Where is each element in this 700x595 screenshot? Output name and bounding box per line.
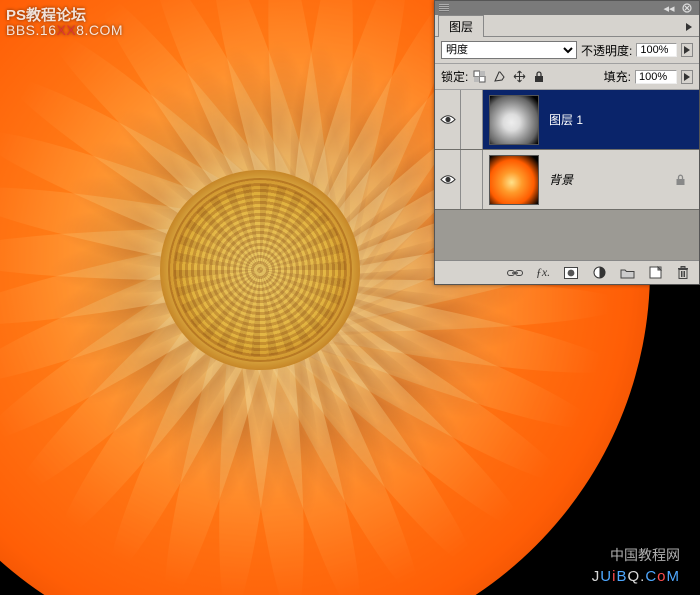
link-layers-icon[interactable]: [507, 265, 523, 281]
visibility-toggle[interactable]: [435, 150, 461, 209]
adjustment-icon[interactable]: [591, 265, 607, 281]
lock-icons-group: [472, 70, 546, 84]
fill-value: 100%: [639, 71, 667, 83]
fx-icon[interactable]: ƒx.: [535, 265, 551, 281]
fill-input[interactable]: 100%: [635, 70, 677, 84]
triangle-right-icon: [686, 23, 692, 31]
lock-icon: [673, 173, 687, 187]
triangle-right-icon: [684, 46, 690, 54]
panel-footer: ƒx.: [435, 260, 699, 284]
panel-tab-strip: 图层: [435, 15, 699, 37]
panel-grip-icon: [439, 4, 449, 12]
blend-mode-select[interactable]: 明度: [441, 41, 577, 59]
blend-opacity-row: 明度 不透明度: 100%: [435, 37, 699, 64]
fill-label: 填充:: [604, 68, 631, 85]
layer-row-background[interactable]: 背景: [435, 150, 699, 210]
panel-minimize-icon[interactable]: ◂◂: [663, 2, 675, 14]
layer-main[interactable]: 图层 1: [483, 90, 699, 149]
panel-close-icon[interactable]: [679, 3, 695, 13]
watermark-site: JUiBQ.CoM: [592, 568, 680, 585]
opacity-value: 100%: [640, 44, 668, 56]
watermark-credit: 中国教程网: [610, 545, 680, 565]
opacity-flyout-button[interactable]: [681, 43, 693, 57]
watermark-url: BBS.16XX8.COM: [6, 22, 123, 38]
layer-thumbnail[interactable]: [489, 155, 539, 205]
trash-icon[interactable]: [675, 265, 691, 281]
layers-panel: ◂◂ 图层 明度 不透明度: 100% 锁定:: [434, 0, 700, 285]
fill-flyout-button[interactable]: [681, 70, 693, 84]
opacity-label: 不透明度:: [581, 42, 632, 59]
layer-main[interactable]: 背景: [483, 150, 699, 209]
triangle-right-icon: [684, 73, 690, 81]
eye-icon: [440, 114, 456, 125]
eye-icon: [440, 174, 456, 185]
tab-layers[interactable]: 图层: [438, 15, 484, 37]
new-layer-icon[interactable]: [647, 265, 663, 281]
lock-fill-row: 锁定: 填充: 100%: [435, 64, 699, 90]
mask-icon[interactable]: [563, 265, 579, 281]
folder-icon[interactable]: [619, 265, 635, 281]
flower-core: [160, 170, 360, 370]
layers-empty-area: [435, 210, 699, 260]
visibility-toggle[interactable]: [435, 90, 461, 149]
panel-titlebar[interactable]: ◂◂: [435, 1, 699, 15]
lock-position-icon[interactable]: [512, 70, 526, 84]
lock-label: 锁定:: [441, 68, 468, 85]
opacity-input[interactable]: 100%: [636, 43, 677, 57]
lock-pixels-icon[interactable]: [492, 70, 506, 84]
link-column[interactable]: [461, 90, 483, 149]
layer-thumbnail[interactable]: [489, 95, 539, 145]
lock-transparency-icon[interactable]: [472, 70, 486, 84]
layer-name[interactable]: 图层 1: [549, 111, 583, 128]
layer-row-1[interactable]: 图层 1: [435, 90, 699, 150]
layers-list: 图层 1 背景: [435, 90, 699, 260]
layer-name[interactable]: 背景: [549, 171, 573, 188]
lock-all-icon[interactable]: [532, 70, 546, 84]
panel-menu-button[interactable]: [682, 20, 696, 34]
link-column[interactable]: [461, 150, 483, 209]
